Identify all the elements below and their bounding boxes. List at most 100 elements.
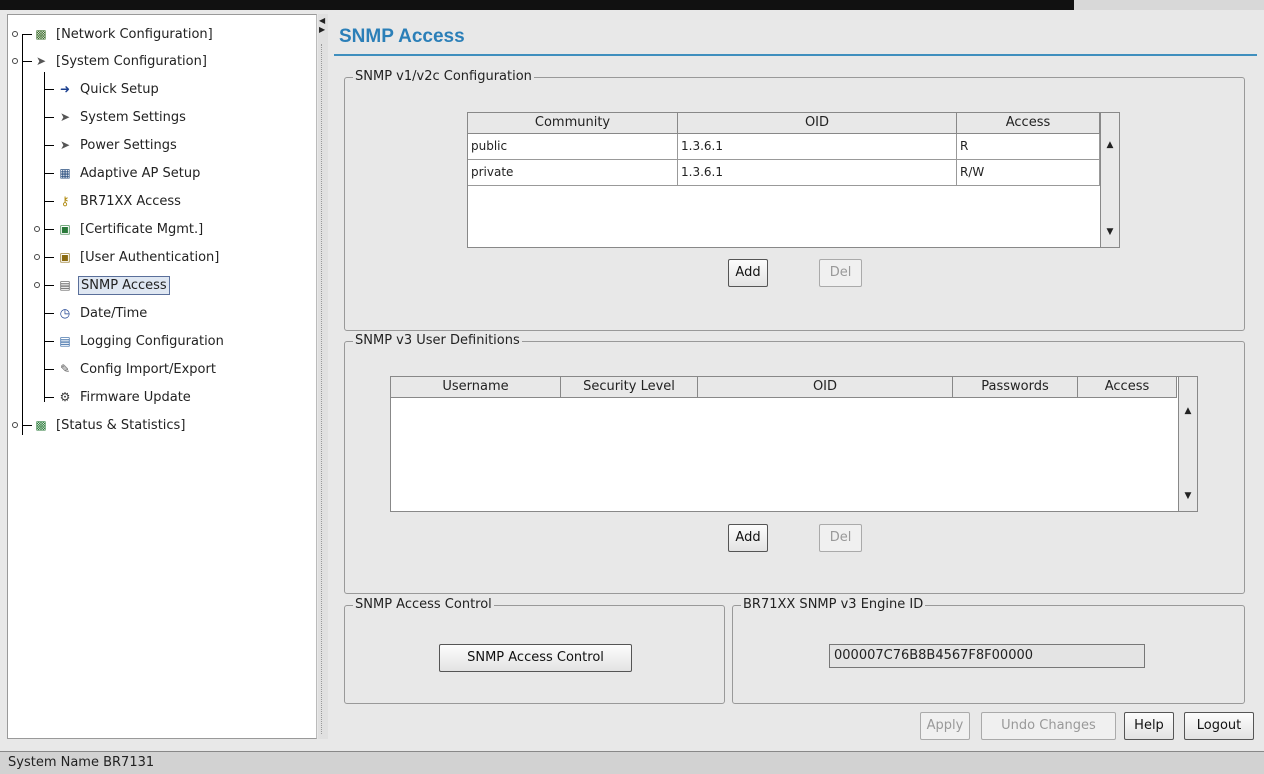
tree-item-label: Adaptive AP Setup xyxy=(80,165,201,181)
scroll-down-icon[interactable]: ▼ xyxy=(1179,489,1197,503)
collapse-left-icon[interactable]: ◀ xyxy=(319,17,325,25)
column-header-community[interactable]: Community xyxy=(468,113,678,134)
add-user-button[interactable]: Add xyxy=(728,524,768,552)
tree-item-label: Firmware Update xyxy=(80,389,191,405)
tree-item-network-configuration[interactable]: ▩ [Network Configuration] xyxy=(32,23,215,45)
splitter-grip xyxy=(321,44,324,734)
access-points-icon: ▦ xyxy=(59,166,71,180)
expand-knob-system[interactable] xyxy=(12,58,18,64)
expand-knob-user-auth[interactable] xyxy=(34,254,40,260)
import-export-icon: ✎ xyxy=(59,362,71,376)
table-cell-oid[interactable]: 1.3.6.1 xyxy=(678,160,957,186)
add-community-button[interactable]: Add xyxy=(728,259,768,287)
certificate-icon: ▣ xyxy=(59,222,71,236)
v1v2c-legend: SNMP v1/v2c Configuration xyxy=(353,69,534,84)
scroll-down-icon[interactable]: ▼ xyxy=(1101,225,1119,239)
tree-item-label: BR71XX Access xyxy=(80,193,181,209)
clock-icon: ◷ xyxy=(59,306,71,320)
expand-knob-snmp[interactable] xyxy=(34,282,40,288)
plug-icon: ➤ xyxy=(35,54,47,68)
tree-item-label: Date/Time xyxy=(80,305,148,321)
key-icon: ⚷ xyxy=(60,194,70,208)
scroll-up-icon[interactable]: ▲ xyxy=(1101,138,1119,152)
arrow-right-icon: ➜ xyxy=(59,82,71,96)
expand-knob-status[interactable] xyxy=(12,422,18,428)
community-table[interactable]: Community OID Access public 1.3.6.1 R pr… xyxy=(467,112,1120,248)
tree-item-config-import-export[interactable]: ✎ Config Import/Export xyxy=(56,358,218,380)
v3-users-legend: SNMP v3 User Definitions xyxy=(353,333,522,348)
column-header-passwords[interactable]: Passwords xyxy=(953,377,1078,398)
network-icon: ▩ xyxy=(35,27,47,41)
tree-item-label: System Settings xyxy=(80,109,186,125)
plug-icon: ➤ xyxy=(59,110,71,124)
firmware-icon: ⚙ xyxy=(59,390,71,404)
page-title: SNMP Access xyxy=(339,26,465,47)
tree-branch-line xyxy=(44,72,45,402)
scroll-up-icon[interactable]: ▲ xyxy=(1179,404,1197,418)
tree-item-label-selected: SNMP Access xyxy=(78,275,170,295)
tree-item-label: [User Authentication] xyxy=(80,249,220,265)
title-divider xyxy=(334,54,1257,56)
tree-item-snmp-access[interactable]: ▤ SNMP Access xyxy=(56,274,170,296)
column-header-oid[interactable]: OID xyxy=(698,377,953,398)
top-strip-right xyxy=(1074,0,1264,10)
column-header-username[interactable]: Username xyxy=(391,377,561,398)
snmp-key-icon: ▤ xyxy=(59,278,71,292)
undo-changes-button[interactable]: Undo Changes xyxy=(981,712,1116,740)
tree-item-label: Logging Configuration xyxy=(80,333,224,349)
logout-button[interactable]: Logout xyxy=(1184,712,1254,740)
engine-id-field[interactable]: 000007C76B8B4567F8F00000 xyxy=(829,644,1145,668)
table-cell-community[interactable]: private xyxy=(468,160,678,186)
tree-item-system-configuration[interactable]: ➤ [System Configuration] xyxy=(32,50,209,72)
access-control-legend: SNMP Access Control xyxy=(353,597,494,612)
expand-knob-certificate[interactable] xyxy=(34,226,40,232)
table-scrollbar[interactable]: ▲ ▼ xyxy=(1178,377,1197,511)
table-scrollbar[interactable]: ▲ ▼ xyxy=(1100,113,1119,247)
user-key-icon: ▣ xyxy=(59,250,71,264)
v3-users-group: SNMP v3 User Definitions Username Securi… xyxy=(344,333,1245,594)
tree-item-date-time[interactable]: ◷ Date/Time xyxy=(56,302,149,324)
v3-users-table[interactable]: Username Security Level OID Passwords Ac… xyxy=(390,376,1198,512)
tree-item-br71xx-access[interactable]: ⚷ BR71XX Access xyxy=(56,190,183,212)
tree-item-label: Power Settings xyxy=(80,137,177,153)
plug-icon: ➤ xyxy=(59,138,71,152)
tree-item-certificate-mgmt[interactable]: ▣ [Certificate Mgmt.] xyxy=(56,218,205,240)
column-header-security-level[interactable]: Security Level xyxy=(561,377,698,398)
tree-item-status-statistics[interactable]: ▩ [Status & Statistics] xyxy=(32,414,187,436)
tree-item-power-settings[interactable]: ➤ Power Settings xyxy=(56,134,179,156)
table-cell-access[interactable]: R/W xyxy=(957,160,1100,186)
snmp-access-control-button[interactable]: SNMP Access Control xyxy=(439,644,632,672)
help-button[interactable]: Help xyxy=(1124,712,1174,740)
tree-item-label: [Status & Statistics] xyxy=(56,417,186,433)
v1v2c-group: SNMP v1/v2c Configuration Community OID … xyxy=(344,69,1245,331)
tree-item-label: Config Import/Export xyxy=(80,361,216,377)
table-cell-access[interactable]: R xyxy=(957,134,1100,160)
column-header-oid[interactable]: OID xyxy=(678,113,957,134)
delete-community-button[interactable]: Del xyxy=(819,259,862,287)
chart-icon: ▩ xyxy=(35,418,47,432)
expand-right-icon[interactable]: ▶ xyxy=(319,26,325,34)
expand-knob-network[interactable] xyxy=(12,31,18,37)
column-header-access[interactable]: Access xyxy=(957,113,1100,134)
tree-item-quick-setup[interactable]: ➜ Quick Setup xyxy=(56,78,161,100)
delete-user-button[interactable]: Del xyxy=(819,524,862,552)
tree-item-logging-configuration[interactable]: ▤ Logging Configuration xyxy=(56,330,226,352)
tree-item-adaptive-ap-setup[interactable]: ▦ Adaptive AP Setup xyxy=(56,162,202,184)
table-cell-community[interactable]: public xyxy=(468,134,678,160)
access-control-group: SNMP Access Control SNMP Access Control xyxy=(344,597,725,704)
tree-root-line xyxy=(22,35,23,435)
engine-id-legend: BR71XX SNMP v3 Engine ID xyxy=(741,597,926,612)
tree-item-firmware-update[interactable]: ⚙ Firmware Update xyxy=(56,386,193,408)
tree-item-user-authentication[interactable]: ▣ [User Authentication] xyxy=(56,246,221,268)
tree-item-label: [Network Configuration] xyxy=(56,26,213,42)
main-panel: SNMP Access SNMP v1/v2c Configuration Co… xyxy=(329,14,1257,740)
system-name-status: System Name BR7131 xyxy=(8,755,155,770)
column-header-access[interactable]: Access xyxy=(1078,377,1177,398)
table-cell-oid[interactable]: 1.3.6.1 xyxy=(678,134,957,160)
tree-item-label: [Certificate Mgmt.] xyxy=(80,221,204,237)
tree-item-label: Quick Setup xyxy=(80,81,159,97)
apply-button[interactable]: Apply xyxy=(920,712,970,740)
log-icon: ▤ xyxy=(59,334,71,348)
tree-item-system-settings[interactable]: ➤ System Settings xyxy=(56,106,188,128)
panel-splitter[interactable]: ◀ ▶ xyxy=(318,14,328,739)
